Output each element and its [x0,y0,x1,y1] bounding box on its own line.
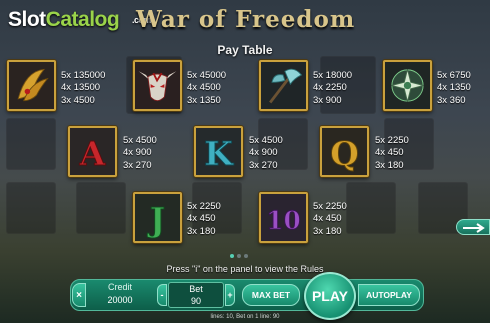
game-title: War of Freedom [136,6,356,33]
bg-reel-cell [76,182,126,234]
paytable-payouts: 5x 135000 4x 13500 3x 4500 [61,70,106,106]
bg-reel-cell [346,182,396,234]
bet-value: 90 [190,296,201,306]
paytable-payouts: 5x 2250 4x 450 3x 180 [187,201,221,237]
credit-value: 20000 [107,295,133,305]
arrow-right-icon [463,223,485,233]
paytable-payouts: 5x 4500 4x 900 3x 270 [123,135,157,171]
svg-text:K: K [204,134,234,173]
bet-increase-button[interactable]: + [225,284,235,306]
close-button[interactable]: × [72,283,86,307]
bet-display: Bet 90 [168,282,224,308]
bet-info-line: lines: 10, Bet on 1 line: 90 [210,314,280,320]
page-dot[interactable] [244,254,248,258]
paytable-payouts: 5x 2250 4x 450 3x 180 [313,201,347,237]
paytable-title: Pay Table [217,43,273,57]
slotcatalog-logo: SlotCatalog .com [8,8,152,31]
max-bet-button[interactable]: MAX BET [242,284,300,306]
paytable-payouts: 5x 45000 4x 4500 3x 1350 [187,70,227,106]
paytable-payouts: 5x 18000 4x 2250 3x 900 [313,70,353,106]
golden-claw-icon [7,60,56,111]
paytable-payouts: 5x 6750 4x 1350 3x 360 [437,70,471,106]
svg-text:A: A [79,134,107,173]
paytable-payouts: 5x 2250 4x 450 3x 180 [375,135,409,171]
bg-reel-cell [6,182,56,234]
number-10-icon: 10 [259,192,308,243]
page-indicator [230,254,248,258]
svg-text:Q: Q [330,134,359,173]
bg-reel-cell [6,118,56,170]
letter-q-icon: Q [320,126,369,177]
autoplay-button[interactable]: AUTOPLAY [358,284,420,306]
svg-text:J: J [147,200,166,239]
credit-display: Credit 20000 [90,281,150,309]
paytable-payouts: 5x 4500 4x 900 3x 270 [249,135,283,171]
bet-decrease-button[interactable]: - [157,284,167,306]
rules-hint: Press "i" on the panel to view the Rules [166,264,324,274]
letter-k-icon: K [194,126,243,177]
bet-label: Bet [189,284,203,294]
bull-skull-icon [133,60,182,111]
letter-j-icon: J [133,192,182,243]
play-button[interactable]: PLAY [304,272,356,320]
battle-axe-icon [259,60,308,111]
shuriken-icon [383,60,432,111]
game-screen: SlotCatalog .com War of Freedom Pay Tabl… [0,0,490,323]
page-dot-active[interactable] [230,254,234,258]
letter-a-icon: A [68,126,117,177]
credit-label: Credit [107,282,132,292]
page-dot[interactable] [237,254,241,258]
svg-text:10: 10 [266,206,301,235]
next-page-arrow[interactable] [456,219,490,235]
